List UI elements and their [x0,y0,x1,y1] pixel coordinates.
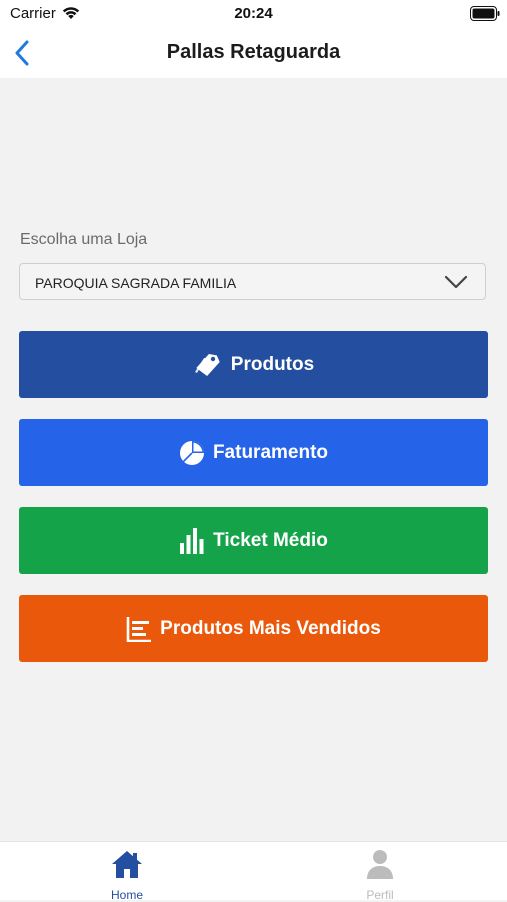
store-select-value: PAROQUIA SAGRADA FAMILIA [35,275,237,291]
battery-icon [470,6,500,21]
faturamento-label: Faturamento [212,441,329,463]
ranking-list-icon [126,616,152,642]
produtos-button[interactable]: Produtos [19,331,488,398]
store-picker-label: Escolha uma Loja [20,231,148,248]
faturamento-button[interactable]: Faturamento [19,419,488,486]
produtos-label: Produtos [230,353,315,375]
tags-icon [193,350,223,380]
tab-bar: Home Perfil [0,841,507,902]
pie-chart-icon [179,440,205,466]
page-title: Pallas Retaguarda [166,41,341,63]
clock: 20:24 [234,5,273,22]
bar-chart-icon [179,527,205,555]
produtos-mais-vendidos-label: Produtos Mais Vendidos [160,617,381,639]
store-select[interactable]: PAROQUIA SAGRADA FAMILIA [19,263,486,300]
produtos-mais-vendidos-button[interactable]: Produtos Mais Vendidos [19,595,488,662]
tab-perfil[interactable]: Perfil [325,846,435,902]
user-icon [367,850,393,879]
ticket-medio-button[interactable]: Ticket Médio [19,507,488,574]
navigation-bar: Pallas Retaguarda [0,28,507,78]
chevron-down-icon [444,275,468,289]
tab-home[interactable]: Home [72,846,182,902]
ticket-medio-label: Ticket Médio [213,529,328,551]
status-bar: Carrier 20:24 [0,0,507,28]
home-icon [112,851,142,878]
